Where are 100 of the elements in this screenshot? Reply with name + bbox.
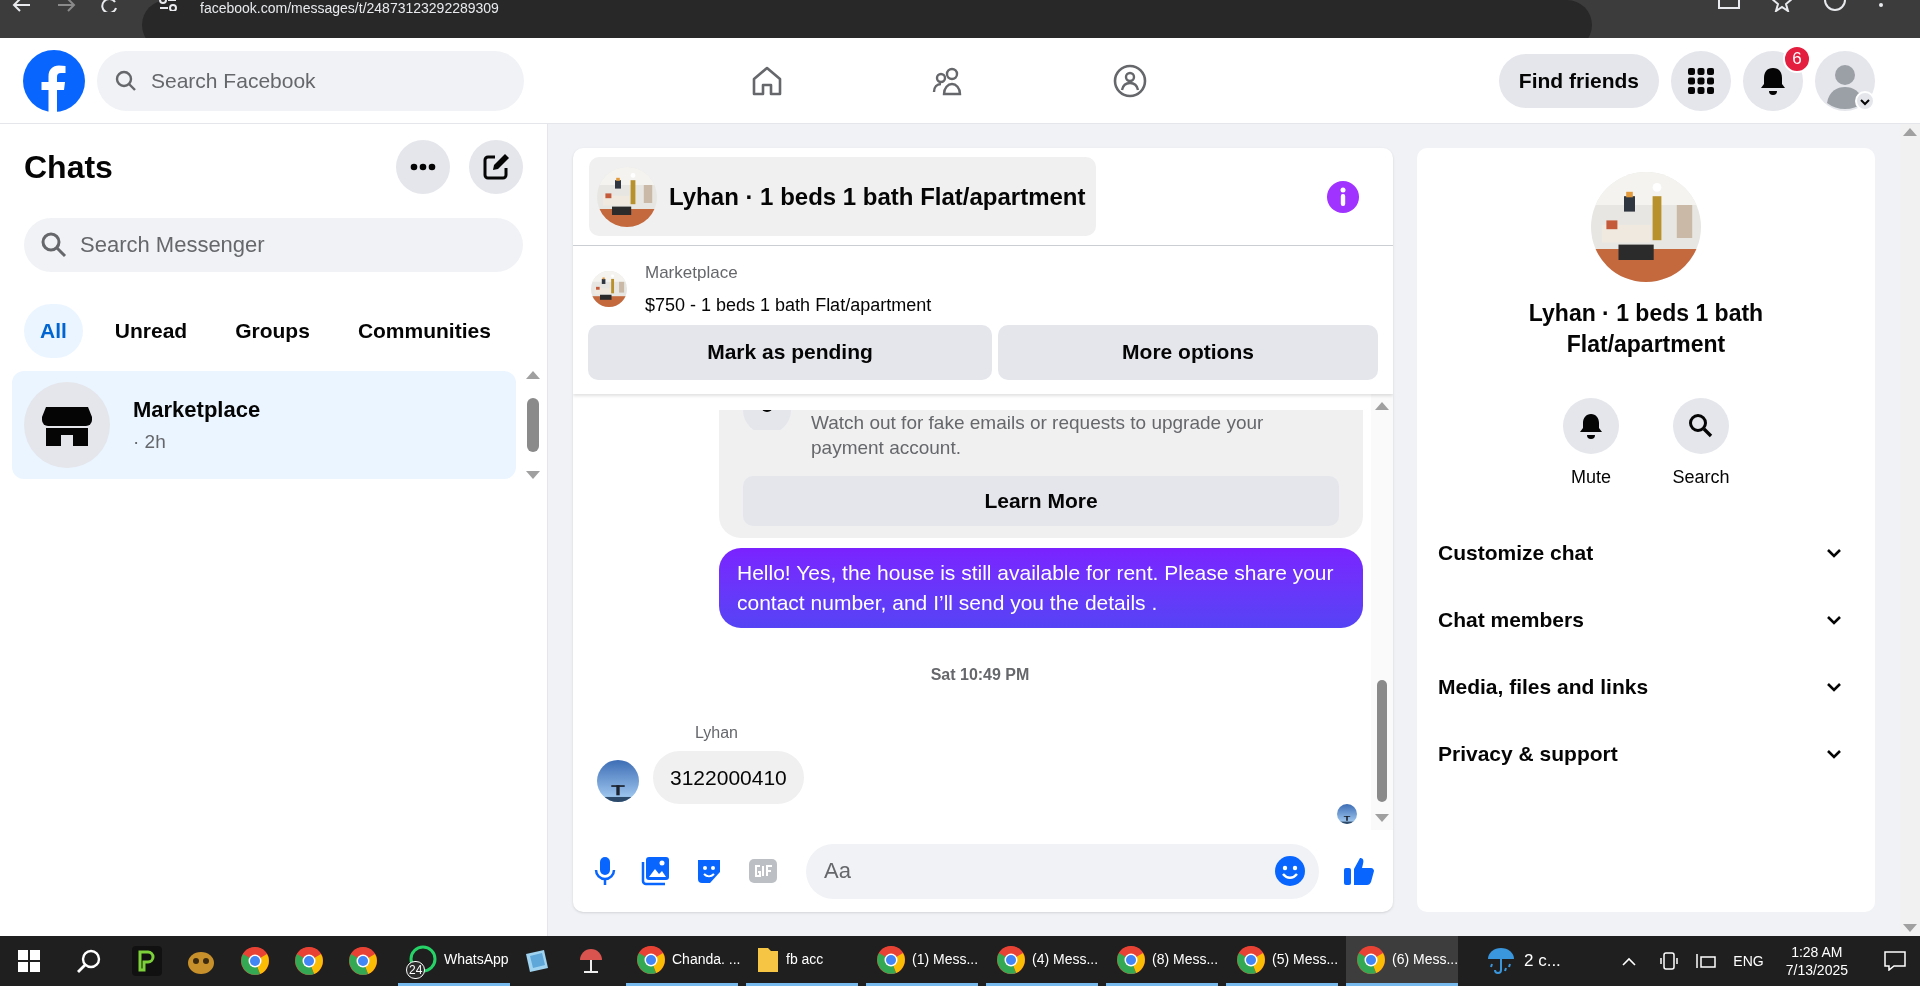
chat-title-button[interactable]: Lyhan · 1 beds 1 bath Flat/apartment	[589, 157, 1096, 236]
more-icon	[410, 163, 436, 171]
options-button[interactable]	[396, 140, 450, 194]
taskbar-window-button[interactable]: (8) Mess...	[1106, 936, 1218, 986]
bell-icon	[1579, 413, 1603, 439]
device-icon[interactable]	[1659, 951, 1680, 971]
search-button[interactable]	[1673, 398, 1729, 454]
scroll-down-arrow-icon[interactable]	[526, 471, 540, 479]
section-row[interactable]: Customize chat	[1427, 519, 1865, 586]
scrollbar-thumb[interactable]	[1377, 680, 1387, 802]
listing-title: $750 - 1 beds 1 bath Flat/apartment	[645, 293, 932, 317]
filter-tab[interactable]: All	[24, 304, 83, 358]
search-icon	[40, 231, 68, 259]
outgoing-message: Hello! Yes, the house is still available for rent. Please share your contact number, and I’ll send you the details .	[719, 547, 1363, 628]
photo-icon[interactable]	[640, 856, 670, 886]
notifications-button[interactable]	[1743, 50, 1803, 111]
scrollbar[interactable]	[524, 371, 542, 479]
browser-icon	[294, 946, 324, 976]
conversation-name: Lyhan · 1 beds 1 bath Flat/apartment	[1527, 299, 1765, 359]
taskbar-window-button[interactable]: 24 WhatsApp	[398, 936, 510, 986]
section-title: Privacy & support	[1438, 740, 1618, 767]
browser-icon	[348, 946, 378, 976]
facebook-logo[interactable]	[23, 49, 85, 112]
profile-icon[interactable]	[1824, 0, 1846, 12]
browser-icon	[636, 944, 666, 975]
section-title: Chat members	[1438, 606, 1584, 633]
learn-more-button[interactable]: Learn More	[743, 475, 1339, 526]
clock-time: 1:28 AM	[1791, 943, 1843, 961]
sender-name: Lyhan	[695, 722, 739, 743]
weather-widget[interactable]: 2 c...	[1480, 936, 1567, 986]
back-icon[interactable]	[12, 0, 32, 12]
chevron-up-icon[interactable]	[1621, 956, 1638, 966]
section-row[interactable]: Chat members	[1427, 586, 1865, 653]
incoming-message: 3122000410	[653, 750, 804, 804]
action-button[interactable]: Mark as pending	[588, 324, 992, 380]
message-field[interactable]: Aa	[806, 843, 1319, 899]
browser-icon	[876, 944, 906, 975]
listing-source: Marketplace	[645, 262, 739, 284]
browser-icon	[1356, 944, 1386, 975]
info-icon[interactable]	[1327, 180, 1359, 213]
umbrella-icon	[1486, 946, 1516, 976]
reload-icon[interactable]	[100, 0, 118, 12]
browser-icon	[240, 946, 270, 976]
search-icon	[1688, 413, 1714, 439]
network-icon[interactable]	[1695, 952, 1718, 970]
message-time: Sat 10:49 PM	[930, 664, 1030, 685]
section-title: Customize chat	[1438, 539, 1594, 566]
folder-icon	[756, 945, 780, 974]
scrollbar[interactable]	[1371, 393, 1393, 830]
filter-tab[interactable]: Unread	[98, 304, 204, 358]
taskbar-window-button[interactable]: (5) Mess...	[1226, 936, 1338, 986]
browser-icon	[996, 944, 1026, 975]
taskbar-window-button[interactable]: (4) Mess...	[986, 936, 1098, 986]
browser-icon	[1236, 944, 1266, 975]
install-icon[interactable]	[1718, 0, 1740, 12]
groups-icon[interactable]	[1112, 62, 1148, 99]
address-bar[interactable]	[142, 0, 1592, 38]
star-icon[interactable]	[1772, 0, 1792, 12]
account-avatar[interactable]	[1815, 50, 1875, 111]
emoji-icon[interactable]	[1275, 856, 1305, 886]
notice-text: Watch out for fake emails or requests to upgrade your payment account.	[811, 410, 1265, 460]
microphone-icon[interactable]	[594, 856, 616, 886]
action-button[interactable]: More options	[998, 324, 1378, 380]
search-field[interactable]: Search Messenger	[24, 218, 523, 272]
chevron-down-icon	[1826, 748, 1842, 759]
scrollbar-thumb[interactable]	[527, 398, 539, 452]
taskbar-window-button[interactable]: fb acc	[746, 936, 858, 986]
taskbar-window-button[interactable]: Chanda. ...	[626, 936, 738, 986]
clock-date: 7/13/2025	[1785, 961, 1848, 979]
filter-tab[interactable]: Communities	[341, 304, 507, 358]
chat-item[interactable]: Marketplace · 2h	[12, 371, 516, 479]
clock[interactable]: 1:28 AM 7/13/2025	[1779, 943, 1854, 979]
section-row[interactable]: Privacy & support	[1427, 720, 1865, 787]
grid-icon	[1688, 67, 1714, 94]
filter-tab[interactable]: Groups	[219, 304, 326, 358]
taskbar-window-button[interactable]: (1) Mess...	[866, 936, 978, 986]
find-friends-button[interactable]: Find friends	[1498, 53, 1659, 108]
forward-icon[interactable]	[56, 0, 76, 12]
chat-time: · 2h	[133, 430, 167, 455]
app-badge: 24	[406, 960, 426, 979]
section-row[interactable]: Media, files and links	[1427, 653, 1865, 720]
chat-name: Marketplace	[133, 396, 261, 425]
like-icon[interactable]	[1343, 856, 1375, 886]
taskbar-window-button[interactable]: (6) Mess...	[1346, 936, 1458, 986]
section-title: Media, files and links	[1438, 673, 1649, 700]
mute-button[interactable]	[1563, 398, 1619, 454]
notification-badge: 6	[1783, 44, 1811, 73]
browser-icon	[1116, 944, 1146, 975]
site-settings-icon[interactable]	[158, 0, 178, 11]
search-field[interactable]: Search Facebook	[97, 50, 524, 111]
chevron-down-icon	[1826, 614, 1842, 625]
new-message-button[interactable]	[469, 140, 523, 194]
scroll-up-arrow-icon[interactable]	[526, 371, 540, 379]
notifications-icon[interactable]	[1884, 951, 1906, 971]
url-text: facebook.com/messages/t/24873123292289309	[200, 1, 499, 16]
action-label: Mute	[1571, 466, 1611, 489]
search-icon	[115, 69, 137, 92]
language-indicator[interactable]: ENG	[1733, 950, 1764, 972]
chat-title: Lyhan · 1 beds 1 bath Flat/apartment	[669, 181, 1086, 212]
terminal-icon	[132, 946, 162, 976]
